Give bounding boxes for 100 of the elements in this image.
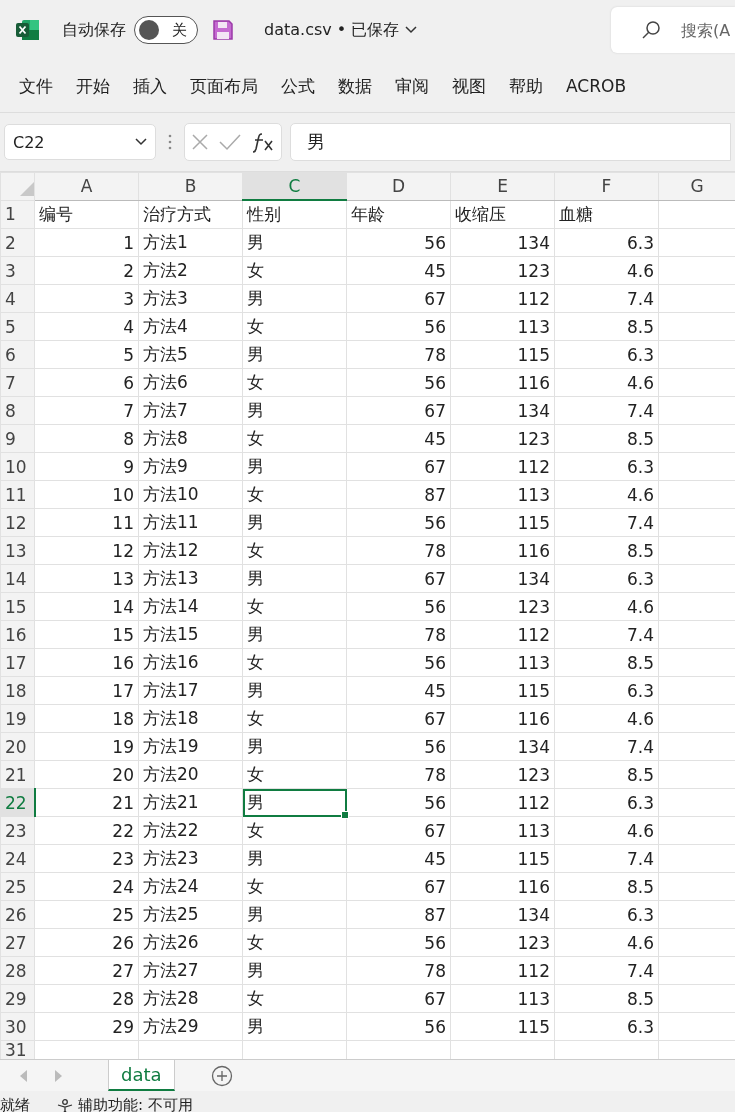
table-cell: 10: [34, 480, 139, 509]
table-cell: 78: [346, 956, 451, 985]
table-cell: 87: [346, 900, 451, 929]
table-cell: 男: [242, 620, 347, 649]
row-header[interactable]: 12: [0, 508, 35, 537]
table-cell: 男: [242, 452, 347, 481]
row-header[interactable]: 24: [0, 844, 35, 873]
table-cell: 134: [450, 900, 555, 929]
table-cell: 方法6: [138, 368, 243, 397]
table-cell: 7.4: [554, 956, 659, 985]
table-cell: 方法2: [138, 256, 243, 285]
accessibility-button[interactable]: 辅助功能: 不可用: [56, 1096, 193, 1112]
table-cell: 14: [34, 592, 139, 621]
table-cell: 6.3: [554, 676, 659, 705]
row-header[interactable]: 8: [0, 396, 35, 425]
sheet-tab[interactable]: data: [108, 1060, 175, 1091]
table-cell: 67: [346, 704, 451, 733]
column-header[interactable]: F: [554, 172, 659, 200]
row-header[interactable]: 28: [0, 956, 35, 985]
ribbon-tab[interactable]: 页面布局: [190, 74, 281, 98]
table-cell: 4.6: [554, 592, 659, 621]
row-header[interactable]: 14: [0, 564, 35, 593]
row-header[interactable]: 19: [0, 704, 35, 733]
column-header[interactable]: A: [34, 172, 139, 200]
table-cell: 女: [242, 872, 347, 901]
row-header[interactable]: 21: [0, 760, 35, 789]
fill-handle[interactable]: [341, 811, 349, 819]
table-cell: 112: [450, 956, 555, 985]
ribbon-tab[interactable]: 帮助: [509, 74, 566, 98]
ribbon-tab[interactable]: 开始: [76, 74, 133, 98]
table-cell: 方法14: [138, 592, 243, 621]
table-cell: 115: [450, 1012, 555, 1041]
row-header[interactable]: 23: [0, 816, 35, 845]
name-box[interactable]: C22: [4, 124, 156, 160]
row-header[interactable]: 29: [0, 984, 35, 1013]
row-header[interactable]: 2: [0, 228, 35, 257]
ribbon-tab[interactable]: 文件: [19, 74, 76, 98]
table-cell: 方法12: [138, 536, 243, 565]
row-header[interactable]: 10: [0, 452, 35, 481]
table-cell: 4.6: [554, 928, 659, 957]
table-cell: 方法24: [138, 872, 243, 901]
next-sheet-icon: [54, 1070, 62, 1082]
ribbon-tab[interactable]: 视图: [452, 74, 509, 98]
table-cell: 方法21: [138, 788, 243, 817]
table-cell: 67: [346, 564, 451, 593]
row-header[interactable]: 20: [0, 732, 35, 761]
column-header[interactable]: E: [450, 172, 555, 200]
table-cell: 方法25: [138, 900, 243, 929]
table-cell: 4.6: [554, 256, 659, 285]
table-cell: 15: [34, 620, 139, 649]
table-cell: 男: [242, 900, 347, 929]
row-header[interactable]: 13: [0, 536, 35, 565]
ribbon-tab[interactable]: 公式: [281, 74, 338, 98]
row-header[interactable]: 6: [0, 340, 35, 369]
table-cell: 12: [34, 536, 139, 565]
table-cell: 8: [34, 424, 139, 453]
row-header[interactable]: 11: [0, 480, 35, 509]
table-cell: 8.5: [554, 424, 659, 453]
row-header[interactable]: 3: [0, 256, 35, 285]
search-field[interactable]: 搜索(A: [611, 7, 735, 53]
row-header[interactable]: 16: [0, 620, 35, 649]
spreadsheet-logo-icon: [16, 19, 40, 41]
table-cell: 方法11: [138, 508, 243, 537]
row-header[interactable]: 22: [0, 788, 35, 817]
table-cell: 29: [34, 1012, 139, 1041]
table-cell: 编号: [34, 200, 139, 229]
row-header[interactable]: 26: [0, 900, 35, 929]
table-cell: 男: [242, 732, 347, 761]
row-header[interactable]: 7: [0, 368, 35, 397]
ribbon-tab[interactable]: 插入: [133, 74, 190, 98]
table-cell: 113: [450, 312, 555, 341]
row-header[interactable]: 4: [0, 284, 35, 313]
autosave-toggle[interactable]: 关: [134, 16, 198, 44]
column-header[interactable]: C: [242, 172, 347, 200]
add-sheet-button[interactable]: [210, 1065, 233, 1087]
row-header[interactable]: 27: [0, 928, 35, 957]
column-header[interactable]: D: [346, 172, 451, 200]
row-header[interactable]: 17: [0, 648, 35, 677]
ribbon-tab[interactable]: 审阅: [395, 74, 452, 98]
file-title-button[interactable]: data.csv • 已保存: [264, 19, 418, 41]
ribbon-tab[interactable]: ACROB: [566, 76, 650, 96]
row-header[interactable]: 15: [0, 592, 35, 621]
column-header[interactable]: B: [138, 172, 243, 200]
ribbon-tab[interactable]: 数据: [338, 74, 395, 98]
table-cell: 116: [450, 704, 555, 733]
row-header[interactable]: 1: [0, 200, 35, 229]
active-cell[interactable]: 男: [242, 788, 347, 817]
row-header[interactable]: 30: [0, 1012, 35, 1041]
insert-function-button[interactable]: [251, 131, 275, 153]
table-cell: 女: [242, 928, 347, 957]
row-header[interactable]: 18: [0, 676, 35, 705]
search-icon: [641, 20, 661, 40]
row-header[interactable]: 25: [0, 872, 35, 901]
table-cell: 123: [450, 424, 555, 453]
row-header[interactable]: 9: [0, 424, 35, 453]
formula-input[interactable]: 男: [290, 123, 731, 161]
close-icon: [191, 133, 209, 151]
column-header[interactable]: G: [658, 172, 735, 200]
row-header[interactable]: 5: [0, 312, 35, 341]
table-cell: 男: [242, 844, 347, 873]
